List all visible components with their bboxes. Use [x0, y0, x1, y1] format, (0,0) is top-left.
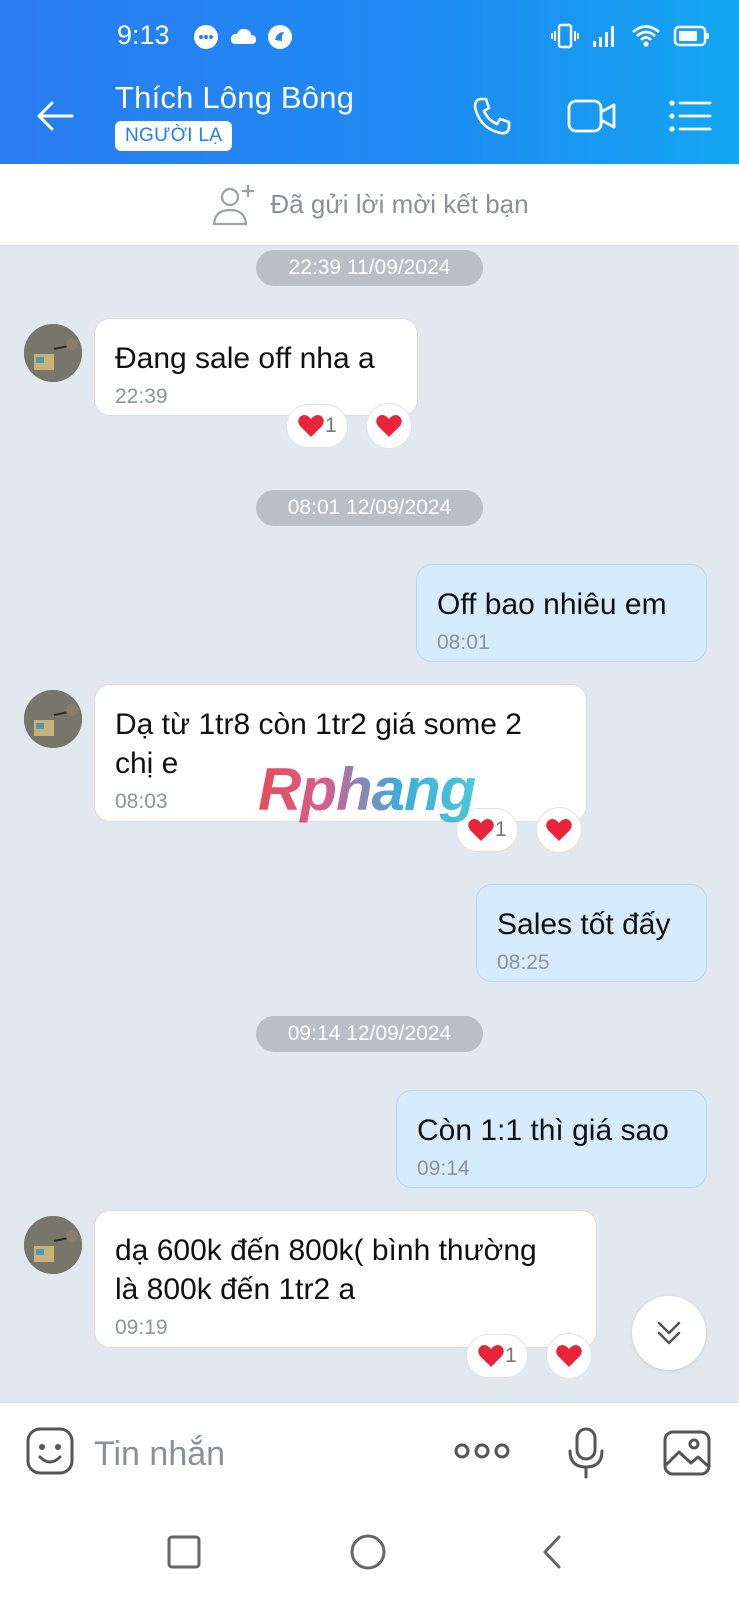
system-navigation-bar [0, 1502, 739, 1600]
heart-icon [556, 1345, 582, 1367]
message-text: Sales tốt đấy [497, 908, 671, 941]
home-icon [350, 1534, 386, 1570]
home-button[interactable] [348, 1532, 388, 1572]
react-button[interactable] [366, 403, 412, 449]
video-camera-icon [567, 99, 616, 133]
wifi-icon [632, 25, 660, 47]
message-text: Còn 1:1 thì giá sao [417, 1114, 669, 1147]
reaction-count: 1 [505, 1344, 517, 1367]
reaction-count: 1 [325, 414, 337, 437]
watermark-logo: Rphang [258, 756, 476, 823]
recent-apps-icon [167, 1535, 201, 1569]
back-button[interactable] [34, 94, 78, 138]
message-text: Off bao nhiêu em [437, 588, 667, 621]
signal-icon [593, 26, 614, 47]
message-bubble-incoming[interactable]: dạ 600k đến 800k( bình thường là 800k đế… [94, 1210, 597, 1348]
message-bubble-outgoing[interactable]: Còn 1:1 thì giá sao 09:14 [396, 1090, 707, 1188]
status-icons-right [551, 22, 711, 50]
back-icon [543, 1535, 561, 1569]
date-separator: 08:01 12/09/2024 [256, 490, 483, 526]
list-menu-icon [669, 100, 712, 132]
status-time: 9:13 [117, 20, 170, 50]
message-text-line-2: là 800k đến 1tr2 a [115, 1273, 356, 1306]
video-call-button[interactable] [566, 90, 618, 142]
options-menu-button[interactable] [664, 90, 716, 142]
back-arrow-icon [37, 101, 74, 131]
vibrate-icon [551, 23, 579, 49]
stranger-badge: NGƯỜI LẠ [115, 121, 233, 151]
avatar[interactable] [24, 1216, 82, 1274]
message-text-line-1: dạ 600k đến 800k( bình thường [115, 1234, 537, 1267]
message-time: 08:25 [497, 951, 550, 974]
react-button[interactable] [546, 1333, 592, 1379]
message-bubble-incoming[interactable]: Đang sale off nha a 22:39 [94, 318, 418, 416]
recent-apps-button[interactable] [164, 1532, 204, 1572]
sticker-icon [26, 1427, 74, 1475]
image-icon [663, 1430, 711, 1476]
chat-header: Thích Lông Bông NGƯỜI LẠ [0, 66, 739, 164]
phone-icon [473, 97, 511, 135]
date-separator: 09:14 12/09/2024 [256, 1016, 483, 1052]
friend-request-bar: Đã gửi lời mời kết bạn [0, 164, 739, 246]
message-text: Đang sale off nha a [115, 342, 375, 375]
send-image-button[interactable] [662, 1429, 712, 1482]
contact-name[interactable]: Thích Lông Bông [115, 80, 354, 116]
voice-message-button[interactable] [566, 1427, 606, 1484]
cloud-icon [230, 28, 256, 44]
battery-icon [673, 25, 709, 47]
message-bubble-outgoing[interactable]: Off bao nhiêu em 08:01 [416, 564, 707, 662]
scroll-to-bottom-button[interactable] [632, 1296, 706, 1370]
voice-call-button[interactable] [466, 90, 518, 142]
avatar[interactable] [24, 690, 82, 748]
heart-icon [478, 1345, 504, 1367]
avatar[interactable] [24, 324, 82, 382]
heart-icon [546, 819, 572, 841]
double-chevron-down-icon [657, 1321, 681, 1345]
app-notification-icon [268, 25, 292, 49]
system-back-button[interactable] [532, 1532, 572, 1572]
react-button[interactable] [536, 807, 582, 853]
friend-request-label: Đã gửi lời mời kết bạn [270, 189, 529, 219]
messenger-icon [194, 25, 218, 49]
status-bar: 9:13 [0, 0, 739, 66]
reaction-summary[interactable]: 1 [466, 1334, 528, 1378]
message-composer [0, 1402, 739, 1502]
more-dots-icon [454, 1443, 510, 1459]
message-time: 08:01 [437, 631, 490, 654]
date-separator: 22:39 11/09/2024 [256, 250, 483, 286]
sticker-button[interactable] [24, 1425, 76, 1482]
reaction-summary[interactable]: 1 [286, 404, 348, 448]
more-options-button[interactable] [454, 1439, 510, 1468]
heart-icon [376, 415, 402, 437]
microphone-icon [568, 1427, 604, 1479]
add-person-icon [213, 184, 255, 225]
heart-icon [298, 415, 324, 437]
chat-area[interactable]: 22:39 11/09/2024 Đang sale off nha a 22:… [0, 246, 739, 1402]
message-text-line-1: Dạ từ 1tr8 còn 1tr2 giá some 2 [115, 708, 522, 741]
message-time: 09:14 [417, 1157, 470, 1180]
message-bubble-outgoing[interactable]: Sales tốt đấy 08:25 [476, 884, 707, 982]
message-time: 22:39 [115, 385, 168, 408]
reaction-count: 1 [495, 818, 507, 841]
status-icons-left [193, 24, 293, 50]
message-input[interactable] [94, 1431, 414, 1477]
